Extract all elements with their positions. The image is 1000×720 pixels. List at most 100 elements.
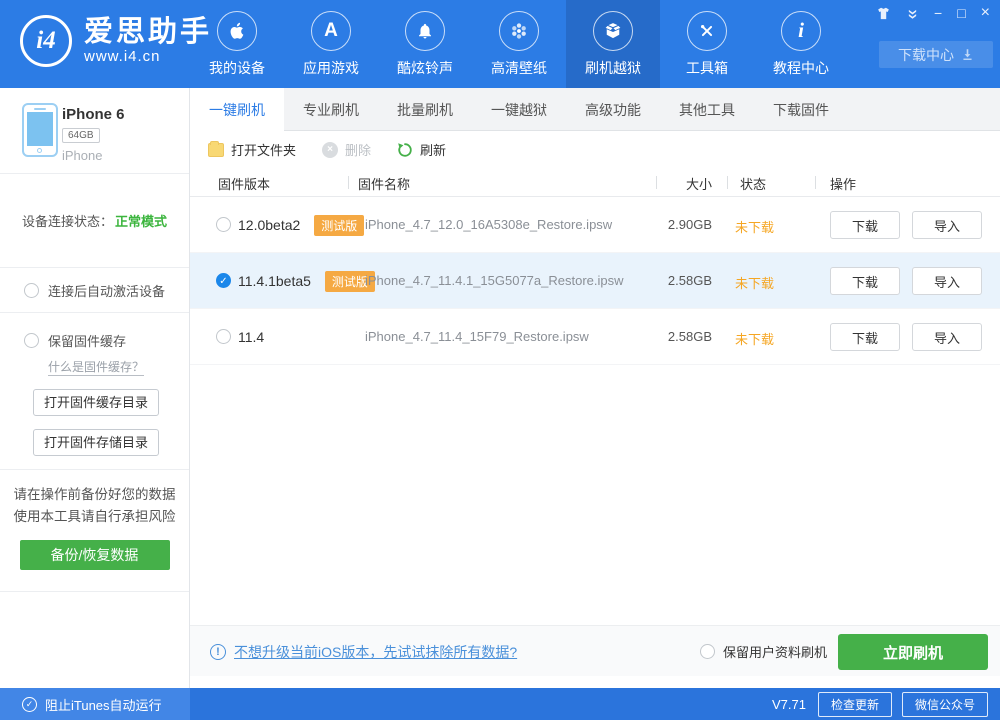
firmware-size: 2.58GB	[667, 329, 712, 344]
download-center-button[interactable]: 下载中心	[879, 41, 993, 68]
auto-activate-radio[interactable]	[24, 282, 39, 298]
nav-flash-jailbreak[interactable]: 刷机越狱	[566, 0, 660, 88]
nav-label: 教程中心	[773, 59, 829, 76]
keep-cache-option[interactable]: 保留固件缓存	[0, 313, 189, 350]
erase-data-link[interactable]: 不想升级当前iOS版本，先试试抹除所有数据?	[234, 642, 517, 662]
action-footer: ! 不想升级当前iOS版本，先试试抹除所有数据? 保留用户资料刷机 立即刷机	[190, 625, 1000, 676]
tab-advanced-features[interactable]: 高级功能	[566, 88, 660, 131]
firmware-status: 未下载	[735, 276, 775, 291]
keep-user-data-option[interactable]: 保留用户资料刷机	[700, 626, 827, 677]
check-update-button[interactable]: 检查更新	[817, 691, 892, 717]
refresh-icon	[398, 142, 412, 157]
device-capacity-badge: 64GB	[62, 128, 100, 143]
check-circle-icon: ✓	[22, 696, 37, 712]
flower-icon	[499, 10, 539, 51]
skin-theme-icon[interactable]	[876, 6, 891, 21]
menu-chevron-icon[interactable]	[906, 7, 919, 20]
col-header-version: 固件版本	[218, 177, 271, 192]
col-header-name: 固件名称	[358, 177, 411, 192]
device-card: iPhone 6 64GB iPhone	[0, 88, 189, 174]
keep-user-data-label: 保留用户资料刷机	[723, 645, 828, 660]
row-radio[interactable]	[216, 217, 231, 232]
tab-one-click-flash[interactable]: 一键刷机	[190, 88, 284, 131]
iphone-icon	[22, 103, 58, 157]
refresh-button[interactable]: 刷新	[397, 140, 446, 159]
download-button[interactable]: 下载	[830, 323, 900, 351]
firmware-filename: iPhone_4.7_11.4.1_15G5077a_Restore.ipsw	[365, 273, 624, 288]
what-is-cache-link[interactable]: 什么是固件缓存？	[48, 358, 145, 376]
firmware-version: 11.4	[238, 329, 265, 345]
bell-icon	[405, 10, 445, 51]
block-itunes-toggle[interactable]: ✓ 阻止iTunes自动运行	[0, 688, 190, 720]
nav-my-devices[interactable]: 我的设备	[190, 0, 284, 88]
logo-mark-icon: i4	[20, 15, 72, 67]
firmware-row[interactable]: 12.0beta2 测试版 iPhone_4.7_12.0_16A5308e_R…	[190, 197, 1000, 253]
tab-batch-flash[interactable]: 批量刷机	[378, 88, 472, 131]
maximize-button[interactable]: □	[957, 5, 965, 21]
nav-wallpapers[interactable]: 高清壁纸	[472, 0, 566, 88]
open-folder-button[interactable]: 打开文件夹	[208, 140, 296, 159]
firmware-row[interactable]: 11.4 iPhone_4.7_11.4_15F79_Restore.ipsw …	[190, 309, 1000, 365]
row-radio[interactable]: ✓	[216, 273, 231, 288]
download-icon	[963, 49, 972, 60]
delete-button[interactable]: × 删除	[322, 140, 371, 159]
firmware-cache-section: 保留固件缓存 什么是固件缓存？ 打开固件缓存目录 打开固件存储目录	[0, 313, 189, 470]
status-bar: ✓ 阻止iTunes自动运行 V7.71 检查更新 微信公众号	[0, 688, 1000, 720]
app-logo: i4 爱思助手 www.i4.cn	[20, 15, 212, 67]
firmware-size: 2.90GB	[667, 217, 712, 232]
nav-apps-games[interactable]: A 应用游戏	[284, 0, 378, 88]
firmware-filename: iPhone_4.7_11.4_15F79_Restore.ipsw	[365, 329, 589, 344]
warning-line-1: 请在操作前备份好您的数据	[13, 487, 176, 502]
delete-x-icon: ×	[322, 141, 339, 158]
firmware-status: 未下载	[735, 220, 775, 235]
tab-bar: 一键刷机 专业刷机 批量刷机 一键越狱 高级功能 其他工具 下载固件	[190, 88, 1000, 131]
window-controls: − □ ×	[876, 5, 990, 21]
tab-one-click-jailbreak[interactable]: 一键越狱	[472, 88, 566, 131]
connection-status: 正常模式	[115, 214, 168, 229]
import-button[interactable]: 导入	[912, 211, 982, 239]
tab-other-tools[interactable]: 其他工具	[660, 88, 754, 131]
nav-ringtones[interactable]: 酷炫铃声	[378, 0, 472, 88]
toolbar: 打开文件夹 × 删除 刷新	[190, 131, 1000, 168]
nav-label: 我的设备	[209, 59, 265, 76]
nav-label: 酷炫铃声	[397, 59, 453, 76]
nav-toolbox[interactable]: 工具箱	[660, 0, 754, 88]
tab-pro-flash[interactable]: 专业刷机	[284, 88, 378, 131]
keep-cache-radio[interactable]	[24, 333, 39, 348]
minimize-button[interactable]: −	[934, 5, 942, 21]
nav-label: 应用游戏	[303, 59, 359, 76]
nav-label: 刷机越狱	[585, 59, 641, 76]
nav-tutorials[interactable]: i 教程中心	[754, 0, 848, 88]
row-radio[interactable]	[216, 329, 231, 344]
open-storage-dir-button[interactable]: 打开固件存储目录	[33, 429, 159, 456]
close-button[interactable]: ×	[981, 5, 990, 21]
auto-activate-option[interactable]: 连接后自动激活设备	[0, 268, 189, 313]
auto-activate-label: 连接后自动激活设备	[48, 283, 166, 299]
alert-circle-icon: !	[210, 643, 226, 660]
tab-download-firmware[interactable]: 下载固件	[754, 88, 848, 131]
flash-now-button[interactable]: 立即刷机	[838, 634, 988, 670]
import-button[interactable]: 导入	[912, 267, 982, 295]
table-header: 固件版本 固件名称 大小 状态 操作	[190, 168, 1000, 197]
device-type: iPhone	[62, 148, 103, 163]
download-center-label: 下载中心	[898, 46, 954, 63]
import-button[interactable]: 导入	[912, 323, 982, 351]
app-version: V7.71	[771, 696, 806, 712]
wechat-official-button[interactable]: 微信公众号	[901, 691, 988, 717]
backup-restore-button[interactable]: 备份/恢复数据	[19, 540, 170, 570]
backup-warning-section: 请在操作前备份好您的数据 使用本工具请自行承担风险 备份/恢复数据	[0, 470, 189, 592]
col-header-size: 大小	[685, 177, 712, 192]
connection-status-section: 设备连接状态： 正常模式	[0, 174, 189, 268]
firmware-row[interactable]: ✓ 11.4.1beta5 测试版 iPhone_4.7_11.4.1_15G5…	[190, 253, 1000, 309]
device-name: iPhone 6	[62, 106, 125, 123]
folder-icon	[208, 140, 224, 157]
firmware-version: 11.4.1beta5	[238, 273, 311, 289]
app-window: i4 爱思助手 www.i4.cn 我的设备 A 应用游戏 酷炫铃声 高清壁纸 …	[0, 0, 1000, 720]
open-cache-dir-button[interactable]: 打开固件缓存目录	[33, 389, 159, 416]
download-button[interactable]: 下载	[830, 267, 900, 295]
sidebar: iPhone 6 64GB iPhone 设备连接状态： 正常模式 连接后自动激…	[0, 88, 190, 688]
keep-user-data-radio[interactable]	[700, 644, 715, 659]
download-button[interactable]: 下载	[830, 211, 900, 239]
nav-label: 高清壁纸	[491, 59, 547, 76]
firmware-filename: iPhone_4.7_12.0_16A5308e_Restore.ipsw	[365, 217, 613, 232]
